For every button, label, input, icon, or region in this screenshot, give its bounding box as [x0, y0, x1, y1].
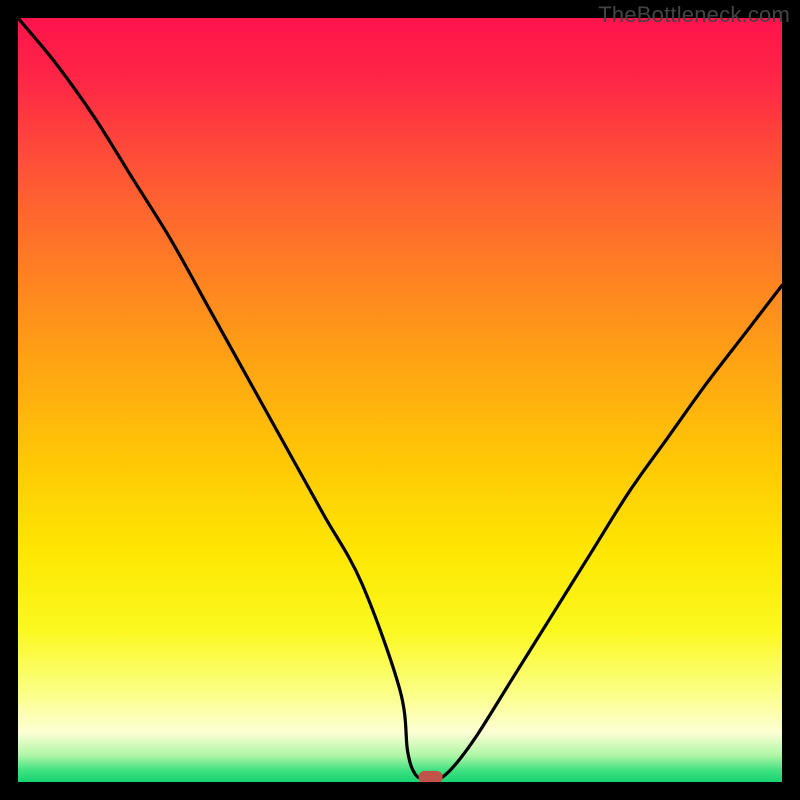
- plot-background: [18, 18, 782, 782]
- chart-svg: [18, 18, 782, 782]
- optimal-point-marker: [419, 771, 443, 782]
- watermark-label: TheBottleneck.com: [598, 2, 790, 28]
- chart-frame: TheBottleneck.com: [0, 0, 800, 800]
